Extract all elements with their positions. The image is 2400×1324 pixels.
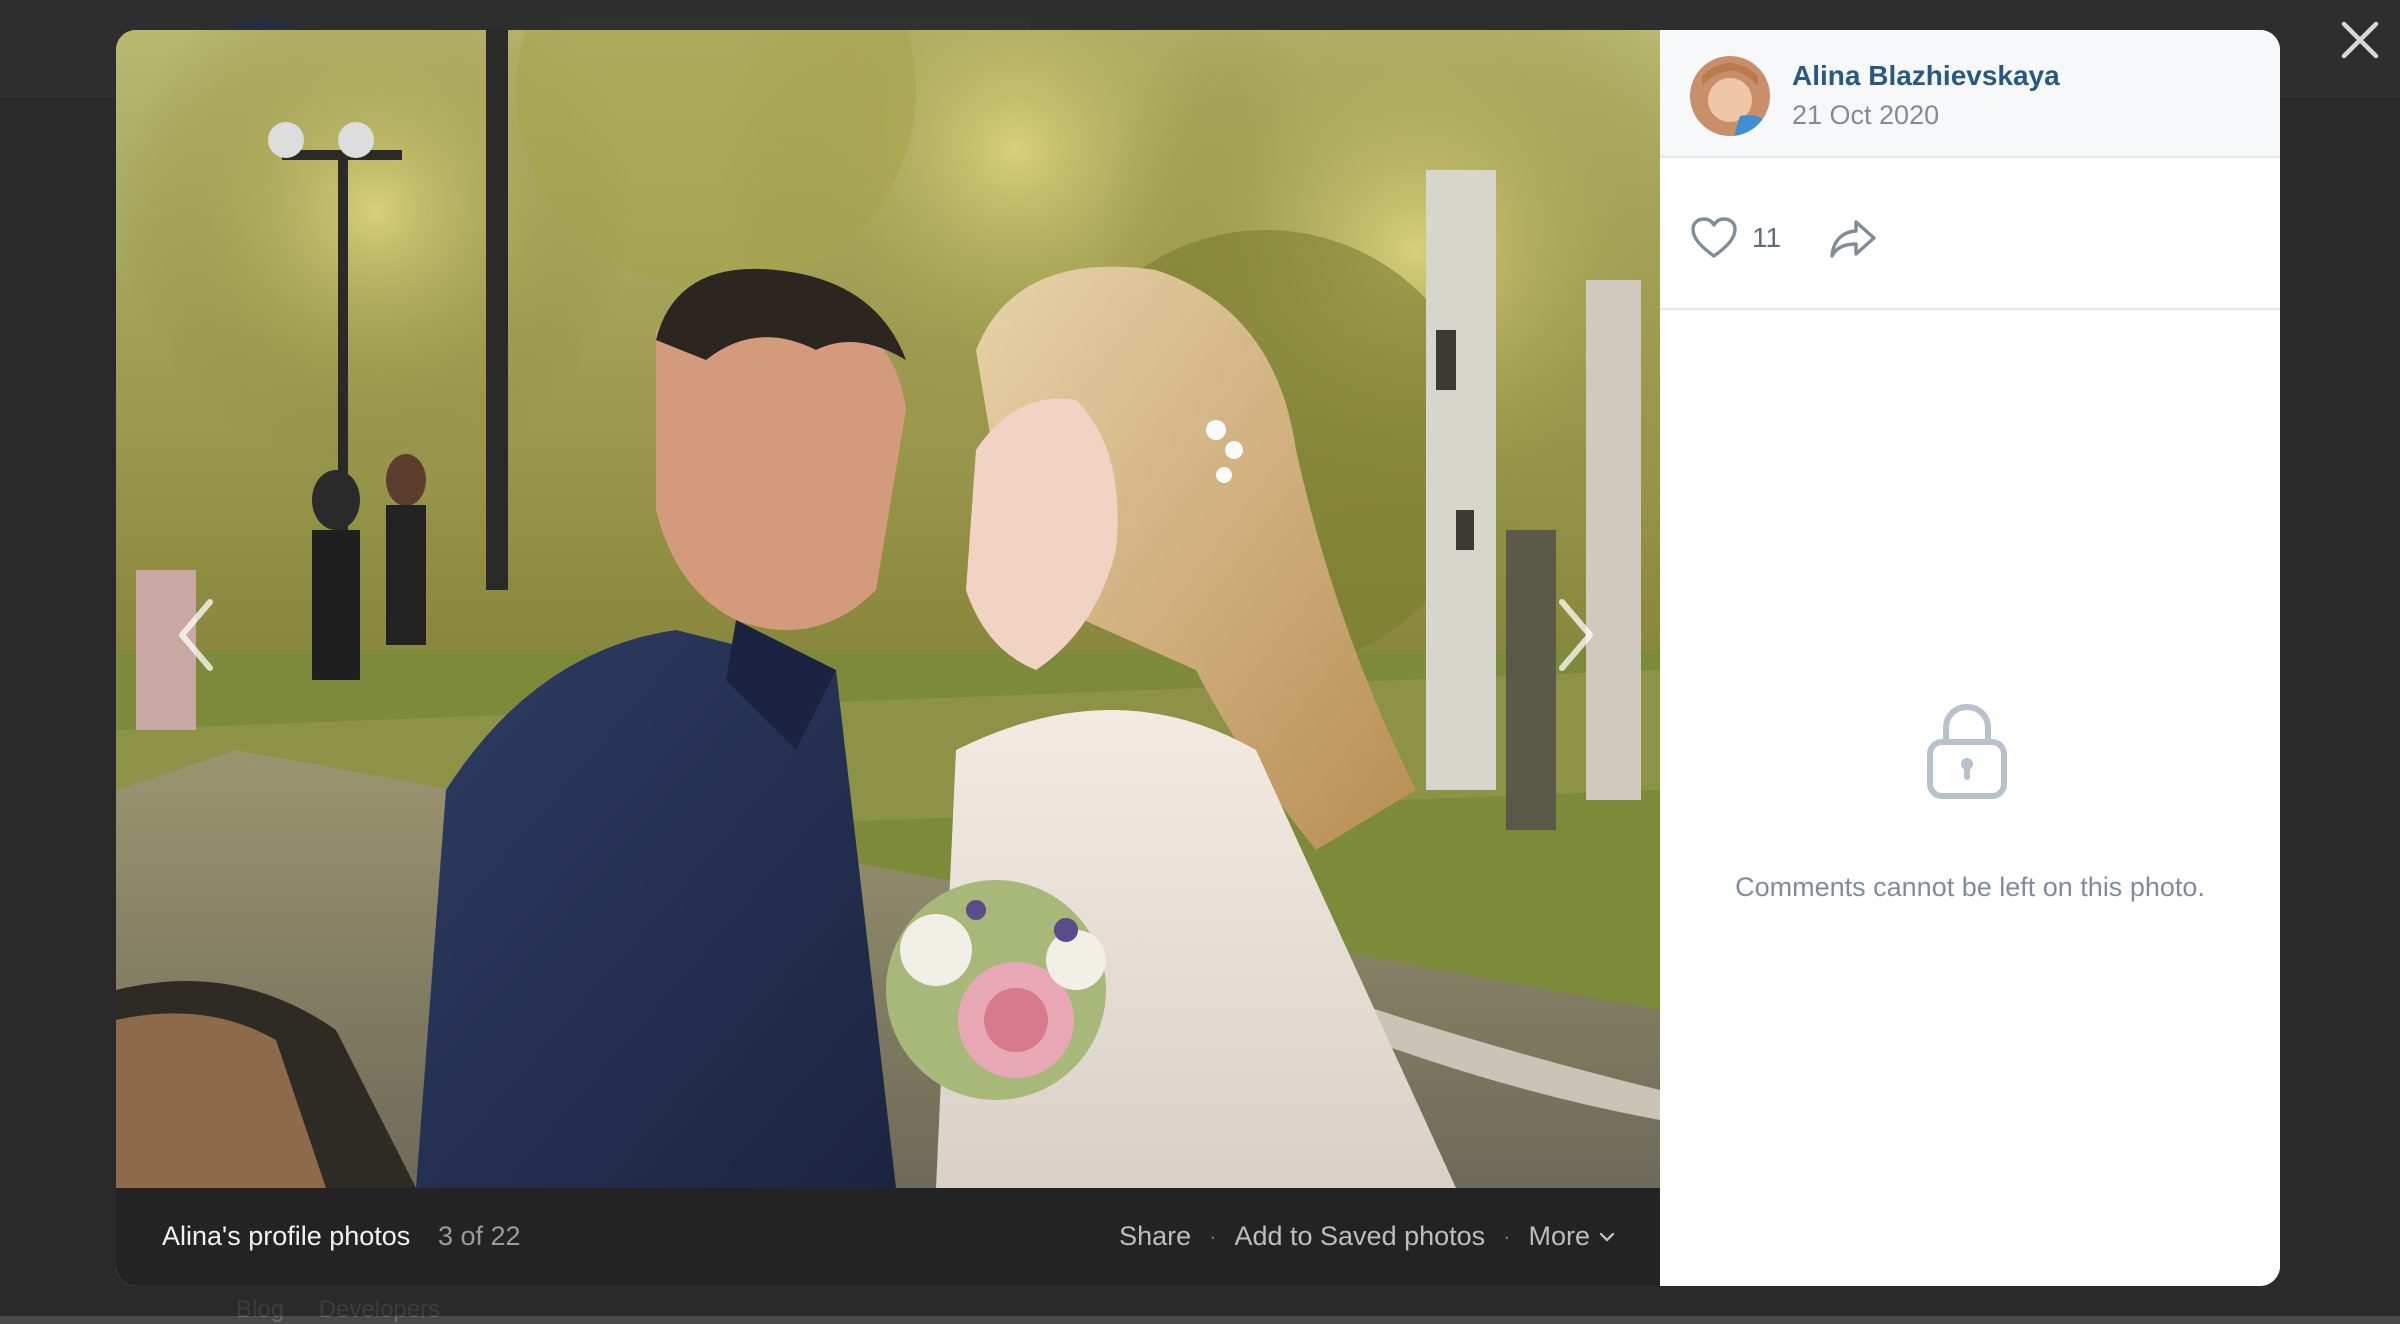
previous-photo-button[interactable] <box>168 590 228 680</box>
comments-disabled-note: Comments cannot be left on this photo. <box>1735 872 2205 902</box>
close-icon <box>2341 21 2379 59</box>
lock-icon <box>1924 698 2010 807</box>
chevron-down-icon <box>1599 1232 1615 1241</box>
share-button[interactable] <box>1828 216 1878 265</box>
share-link[interactable]: Share <box>1119 1221 1191 1252</box>
photo-sidebar: Alina Blazhievskaya 21 Oct 2020 11 Comme… <box>1660 30 2280 1286</box>
chevron-left-icon <box>179 599 213 671</box>
album-title-link[interactable]: Alina's profile photos <box>162 1221 410 1252</box>
avatar[interactable] <box>1690 56 1770 136</box>
chevron-right-icon <box>1559 599 1593 671</box>
avatar-image <box>1690 56 1770 136</box>
post-date: 21 Oct 2020 <box>1792 100 1940 130</box>
photo[interactable] <box>116 30 1660 1188</box>
like-count: 11 <box>1752 222 1782 253</box>
add-to-saved-link[interactable]: Add to Saved photos <box>1234 1221 1485 1252</box>
more-label: More <box>1528 1221 1590 1251</box>
next-photo-button[interactable] <box>1544 590 1604 680</box>
photo-viewer: Alina's profile photos 3 of 22 Share · A… <box>116 30 2280 1286</box>
share-arrow-icon <box>1830 220 1876 258</box>
more-dropdown[interactable]: More <box>1528 1221 1616 1252</box>
heart-icon <box>1691 217 1737 258</box>
author-header: Alina Blazhievskaya 21 Oct 2020 <box>1660 30 2280 158</box>
separator-dot: · <box>1209 1223 1217 1249</box>
photo-actions: Share · Add to Saved photos · More <box>1119 1221 1616 1252</box>
photo-footer: Alina's profile photos 3 of 22 Share · A… <box>116 1188 1660 1286</box>
close-button[interactable] <box>2338 18 2382 62</box>
author-name-link[interactable]: Alina Blazhievskaya <box>1792 60 2060 92</box>
photo-image <box>116 30 1660 1188</box>
reactions-bar: 11 <box>1660 158 2280 310</box>
like-button[interactable]: 11 <box>1690 216 1781 260</box>
separator-dot: · <box>1503 1223 1511 1249</box>
photo-counter: 3 of 22 <box>438 1221 521 1251</box>
